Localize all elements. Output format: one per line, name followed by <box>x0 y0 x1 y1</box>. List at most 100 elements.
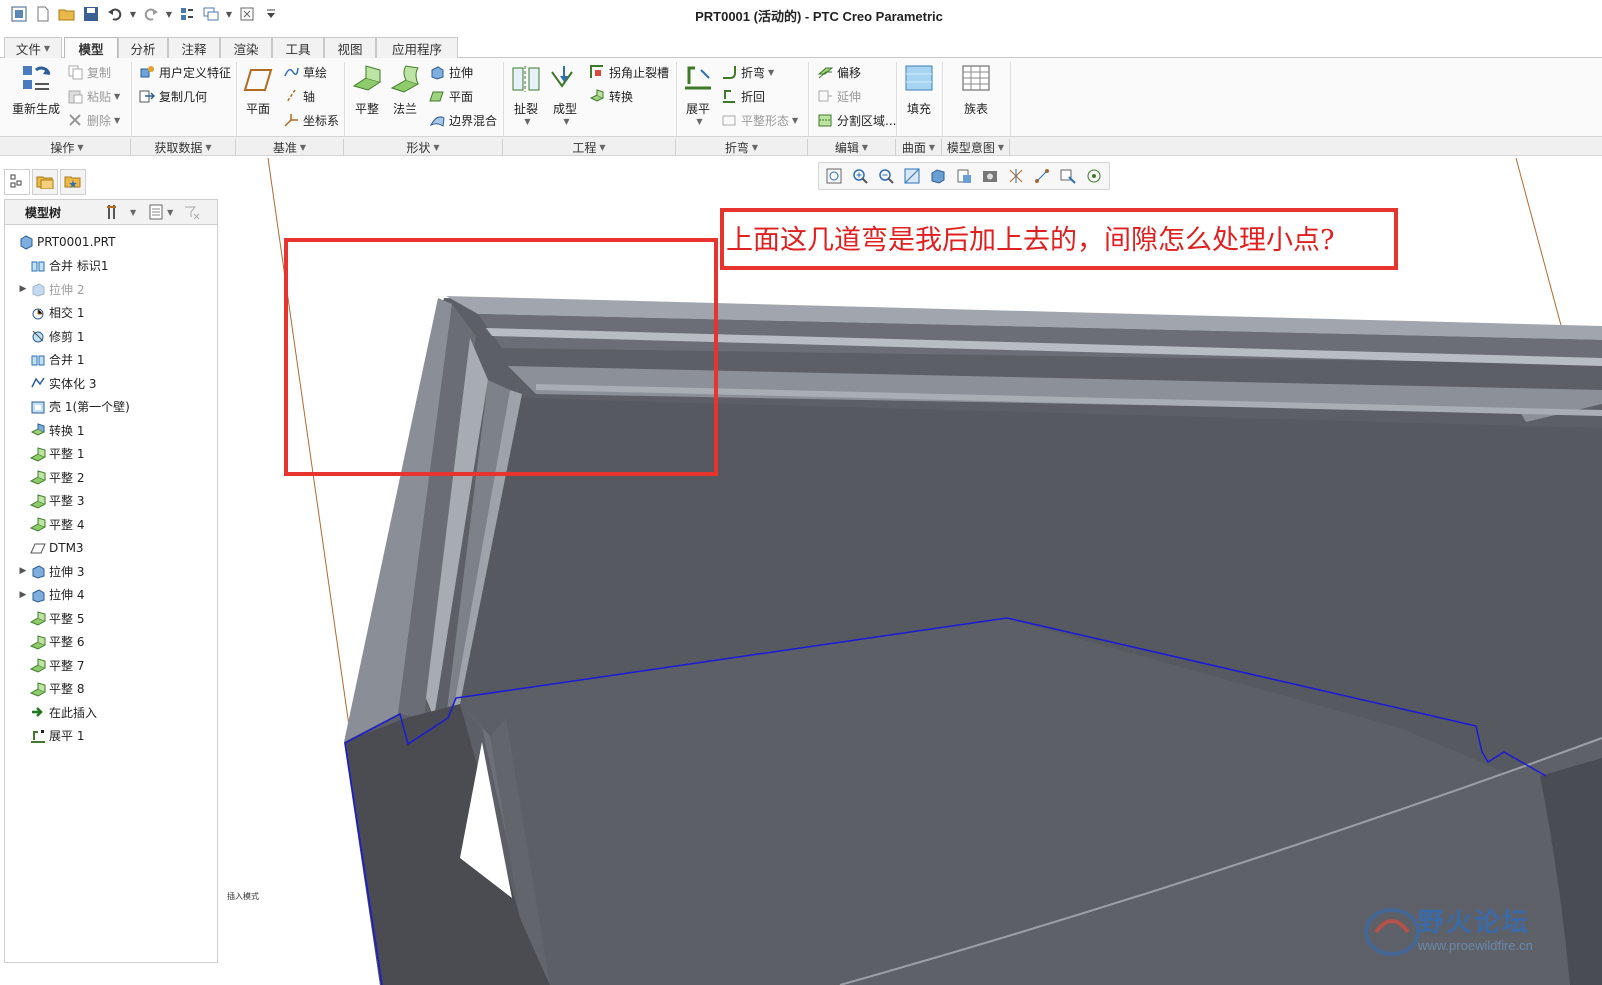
tab-tools[interactable]: 工具 <box>272 37 324 58</box>
family-table-button[interactable]: 族表 <box>958 62 994 117</box>
tree-item-extrude-3[interactable]: ▶ 拉伸 3 <box>17 560 84 582</box>
tree-settings-icon[interactable]: ▼ <box>105 203 136 221</box>
tab-render[interactable]: 渲染 <box>220 37 272 58</box>
tab-applications[interactable]: 应用程序 <box>376 37 458 58</box>
saved-views-icon[interactable] <box>952 165 976 187</box>
tree-item-part[interactable]: PRT0001.PRT <box>17 231 115 253</box>
plane-button[interactable]: 平面 <box>240 62 276 117</box>
boundary-blend-button[interactable]: 边界混合 <box>428 110 497 130</box>
datum-display-icon[interactable] <box>1030 165 1054 187</box>
view-manager-icon[interactable] <box>978 165 1002 187</box>
corner-relief-button[interactable]: 拐角止裂槽 <box>588 62 669 82</box>
tab-model[interactable]: 模型 <box>64 37 118 59</box>
graphics-viewport[interactable] <box>220 158 1602 985</box>
tree-item-merge-mark[interactable]: 合并 标识1 <box>17 255 108 277</box>
perspective-icon[interactable] <box>1004 165 1028 187</box>
tree-item-flat-6[interactable]: 平整 6 <box>17 631 84 653</box>
group-separator <box>503 62 504 136</box>
annotation-display-icon[interactable] <box>1056 165 1080 187</box>
group-get-data[interactable]: 获取数据 ▼ <box>131 139 236 155</box>
extrude-button[interactable]: 拉伸 <box>428 62 473 82</box>
tree-item-solidify-3[interactable]: 实体化 3 <box>17 372 96 394</box>
tree-item-insert-here[interactable]: 在此插入 <box>17 701 97 723</box>
model-graphics <box>267 158 1602 985</box>
tab-annotate[interactable]: 注释 <box>168 37 220 58</box>
axis-button[interactable]: 轴 <box>282 86 315 106</box>
tab-file[interactable]: 文件 ▼ <box>4 37 62 58</box>
tree-show-icon[interactable]: ▼ <box>148 203 173 221</box>
tree-item-flat-4[interactable]: 平整 4 <box>17 513 84 535</box>
convert-button[interactable]: 转换 <box>588 86 633 106</box>
group-shapes[interactable]: 形状 ▼ <box>344 139 503 155</box>
tree-item-unbend-1[interactable]: 展平 1 <box>17 725 84 747</box>
group-datum[interactable]: 基准 ▼ <box>236 139 344 155</box>
extend-button[interactable]: 延伸 <box>816 86 861 106</box>
tab-favorites[interactable] <box>60 169 86 195</box>
expand-arrow-icon[interactable]: ▶ <box>17 284 29 294</box>
flatten-form-button[interactable]: 平整形态 ▼ <box>720 110 798 130</box>
rip-button[interactable]: 扯裂 ▼ <box>510 62 542 126</box>
flatten-form-icon <box>720 111 738 129</box>
copy-geometry-button[interactable]: 复制几何 <box>138 86 207 106</box>
delete-button[interactable]: 删除 ▼ <box>66 110 120 130</box>
zoom-in-icon[interactable] <box>848 165 872 187</box>
tab-model-tree[interactable] <box>4 169 30 195</box>
tree-item-dtm3[interactable]: DTM3 <box>17 537 84 559</box>
tree-item-shell-1[interactable]: 壳 1(第一个壁) <box>17 396 130 418</box>
coord-sys-button[interactable]: 坐标系 <box>282 110 339 130</box>
paste-button[interactable]: 粘贴 ▼ <box>66 86 120 106</box>
tree-item-flat-8[interactable]: 平整 8 <box>17 678 84 700</box>
tree-filter-icon[interactable] <box>183 203 201 221</box>
repaint-icon[interactable] <box>900 165 924 187</box>
planar-button[interactable]: 平面 <box>428 86 473 106</box>
group-surfaces[interactable]: 曲面 ▼ <box>896 139 942 155</box>
zoom-out-icon[interactable] <box>874 165 898 187</box>
tree-item-trim-1[interactable]: 修剪 1 <box>17 325 84 347</box>
tree-item-label: 相交 1 <box>49 306 85 320</box>
flange-button[interactable]: 法兰 <box>390 62 420 117</box>
offset-button[interactable]: 偏移 <box>816 62 861 82</box>
expand-arrow-icon[interactable]: ▶ <box>17 590 29 600</box>
tree-item-intersect-1[interactable]: 相交 1 <box>17 302 84 324</box>
group-separator <box>942 62 943 136</box>
insert-here-icon <box>29 703 47 721</box>
bend-button[interactable]: 折弯 ▼ <box>720 62 774 82</box>
tab-view[interactable]: 视图 <box>324 37 376 58</box>
group-editing[interactable]: 编辑 ▼ <box>808 139 896 155</box>
tree-item-flat-1[interactable]: 平整 1 <box>17 443 84 465</box>
regenerate-button[interactable]: 重新生成 <box>8 62 64 117</box>
merge-icon <box>29 257 47 275</box>
tree-item-convert-1[interactable]: 转换 1 <box>17 419 84 441</box>
tree-item-flat-2[interactable]: 平整 2 <box>17 466 84 488</box>
group-engineering[interactable]: 工程 ▼ <box>503 139 676 155</box>
group-bends[interactable]: 折弯 ▼ <box>676 139 808 155</box>
split-area-button[interactable]: 分割区域... <box>816 110 896 130</box>
tree-item-flat-5[interactable]: 平整 5 <box>17 607 84 629</box>
tab-analysis[interactable]: 分析 <box>118 37 168 58</box>
user-defined-feature-button[interactable]: 用户定义特征 <box>138 62 231 82</box>
group-separator <box>808 62 809 136</box>
trim-icon <box>29 327 47 345</box>
form-button[interactable]: 成型 ▼ <box>548 62 582 126</box>
tree-item-extrude-4[interactable]: ▶ 拉伸 4 <box>17 584 84 606</box>
tree-item-flat-3[interactable]: 平整 3 <box>17 490 84 512</box>
display-style-icon[interactable] <box>926 165 950 187</box>
tree-item-extrude-2[interactable]: ▶ 拉伸 2 <box>17 278 84 300</box>
expand-arrow-icon[interactable]: ▶ <box>17 566 29 576</box>
tree-item-flat-7[interactable]: 平整 7 <box>17 654 84 676</box>
refit-icon[interactable] <box>822 165 846 187</box>
unbend-button[interactable]: 展平 ▼ <box>680 62 716 126</box>
delete-icon <box>66 111 84 129</box>
copy-button[interactable]: 复制 <box>66 62 111 82</box>
tree-item-merge-1[interactable]: 合并 1 <box>17 349 84 371</box>
group-model-intent[interactable]: 模型意图 ▼ <box>942 139 1010 155</box>
tab-folder-browser[interactable] <box>32 169 58 195</box>
group-operations[interactable]: 操作 ▼ <box>4 139 131 155</box>
bend-back-button[interactable]: 折回 <box>720 86 765 106</box>
fill-button[interactable]: 填充 <box>902 62 936 117</box>
spin-center-icon[interactable] <box>1082 165 1106 187</box>
sketch-icon <box>282 63 300 81</box>
sketch-button[interactable]: 草绘 <box>282 62 327 82</box>
flat-button[interactable]: 平整 <box>352 62 382 117</box>
watermark-url: www.proewildfire.cn <box>1418 938 1533 953</box>
